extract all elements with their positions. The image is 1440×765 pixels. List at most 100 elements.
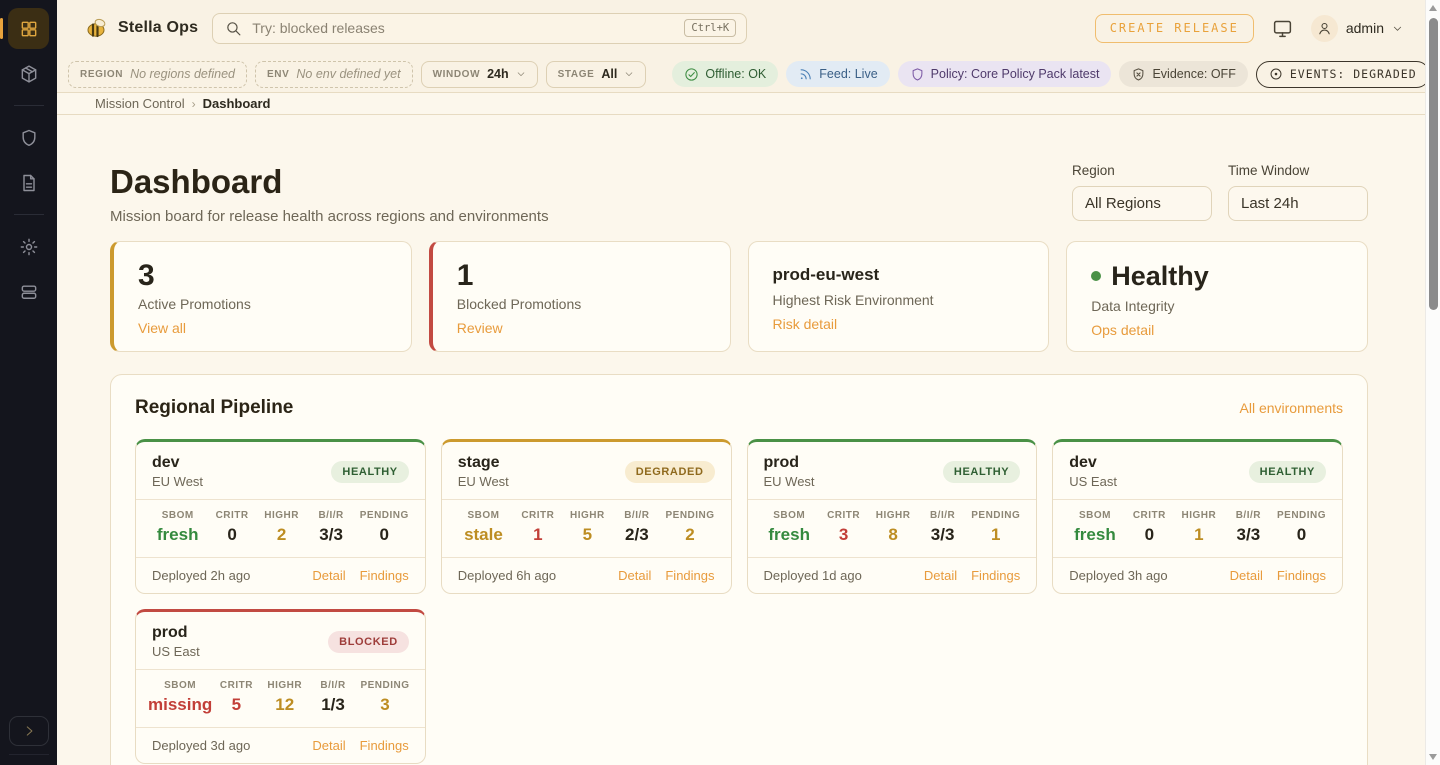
page-content: Dashboard Mission board for release heal…: [57, 115, 1425, 765]
search-icon: [225, 20, 242, 37]
stat-label: SBOM: [1065, 510, 1124, 521]
scroll-up-arrow-icon[interactable]: [1429, 5, 1437, 11]
pipeline-card-links: Detail Findings: [1230, 568, 1326, 583]
all-environments-link[interactable]: All environments: [1240, 400, 1344, 416]
sidebar-item-infrastructure[interactable]: [8, 271, 49, 312]
detail-link[interactable]: Detail: [1230, 568, 1263, 583]
region-select[interactable]: All Regions: [1072, 186, 1212, 221]
stat-label: SBOM: [148, 510, 207, 521]
stat-value: missing: [148, 695, 212, 715]
region-context-chip[interactable]: REGION No regions defined: [68, 61, 247, 88]
offline-status-label: Offline: OK: [705, 67, 766, 81]
stat-value: fresh: [760, 525, 819, 545]
pipeline-card-titles: prod EU West: [764, 454, 815, 489]
pipeline-stat: B/I/R2/3: [612, 510, 661, 545]
pipeline-card-footer: Deployed 3h ago Detail Findings: [1053, 558, 1342, 593]
detail-link[interactable]: Detail: [924, 568, 957, 583]
pipeline-card: prod US East BLOCKED SBOMmissingCRITR5HI…: [135, 609, 426, 764]
search-input[interactable]: [252, 20, 674, 36]
pipeline-card-titles: dev US East: [1069, 454, 1117, 489]
findings-link[interactable]: Findings: [665, 568, 714, 583]
pipeline-stats: SBOMfreshCRITR0HIGHR2B/I/R3/3PENDING0: [136, 499, 425, 558]
detail-link[interactable]: Detail: [312, 568, 345, 583]
stat-label: PENDING: [967, 510, 1024, 521]
display-mode-button[interactable]: [1272, 18, 1293, 39]
time-window-filter-group: Time Window Last 24h: [1228, 163, 1368, 221]
evidence-status-chip[interactable]: Evidence: OFF: [1119, 61, 1247, 87]
pipeline-card-titles: dev EU West: [152, 454, 203, 489]
time-window-filter-label: Time Window: [1228, 163, 1368, 178]
stat-value: 3: [819, 525, 868, 545]
stat-label: CRITR: [212, 680, 260, 691]
pipeline-env-name: stage: [458, 454, 509, 472]
window-chip-value: 24h: [487, 67, 509, 81]
stat-value: 8: [868, 525, 917, 545]
user-menu[interactable]: admin: [1311, 15, 1403, 42]
top-bar: Stella Ops Ctrl+K CREATE RELEASE admin: [57, 0, 1425, 56]
blocked-promotions-label: Blocked Promotions: [457, 296, 706, 312]
stat-label: CRITR: [207, 510, 256, 521]
pipeline-env-name: prod: [764, 454, 815, 472]
findings-link[interactable]: Findings: [971, 568, 1020, 583]
pipeline-region-name: US East: [1069, 474, 1117, 489]
status-badge: BLOCKED: [328, 631, 409, 653]
window-context-chip[interactable]: WINDOW 24h: [421, 61, 538, 88]
pipeline-card-links: Detail Findings: [618, 568, 714, 583]
pipeline-stat: PENDING0: [356, 510, 413, 545]
time-window-select[interactable]: Last 24h: [1228, 186, 1368, 221]
findings-link[interactable]: Findings: [1277, 568, 1326, 583]
pipeline-cards-grid: dev EU West HEALTHY SBOMfreshCRITR0HIGHR…: [135, 439, 1343, 764]
feed-status-label: Feed: Live: [819, 67, 877, 81]
findings-link[interactable]: Findings: [360, 738, 409, 753]
pipeline-stat: CRITR1: [513, 510, 562, 545]
stat-value: 0: [1125, 525, 1174, 545]
review-link[interactable]: Review: [457, 320, 503, 336]
pipeline-stat: B/I/R1/3: [309, 680, 357, 715]
env-context-chip[interactable]: ENV No env defined yet: [255, 61, 413, 88]
stat-value: 5: [212, 695, 260, 715]
scroll-down-arrow-icon[interactable]: [1429, 754, 1437, 760]
sidebar-item-releases[interactable]: [8, 53, 49, 94]
feed-status-chip[interactable]: Feed: Live: [786, 61, 889, 87]
pipeline-stat: SBOMfresh: [148, 510, 207, 545]
detail-link[interactable]: Detail: [312, 738, 345, 753]
shield-off-icon: [1131, 67, 1146, 82]
findings-link[interactable]: Findings: [360, 568, 409, 583]
breadcrumb-parent[interactable]: Mission Control: [95, 96, 185, 111]
create-release-button[interactable]: CREATE RELEASE: [1095, 14, 1254, 43]
active-indicator: [0, 18, 3, 39]
active-promotions-value: 3: [138, 260, 387, 292]
vertical-scrollbar[interactable]: [1425, 0, 1440, 765]
events-status-pill[interactable]: EVENTS: DEGRADED: [1256, 61, 1430, 88]
ops-detail-link[interactable]: Ops detail: [1091, 322, 1154, 338]
risk-detail-link[interactable]: Risk detail: [773, 316, 838, 332]
offline-status-chip[interactable]: Offline: OK: [672, 61, 778, 87]
global-search[interactable]: Ctrl+K: [212, 13, 747, 44]
scrollbar-thumb[interactable]: [1429, 18, 1438, 310]
view-all-link[interactable]: View all: [138, 320, 186, 336]
pipeline-stat: PENDING3: [357, 680, 413, 715]
sidebar-divider: [9, 754, 49, 755]
stat-value: 0: [207, 525, 256, 545]
sidebar-item-settings[interactable]: [8, 226, 49, 267]
detail-link[interactable]: Detail: [618, 568, 651, 583]
policy-status-chip[interactable]: Policy: Core Policy Pack latest: [898, 61, 1112, 87]
stat-label: CRITR: [819, 510, 868, 521]
shield-icon: [19, 128, 39, 148]
brand[interactable]: Stella Ops: [85, 17, 198, 39]
target-dot-icon: [1269, 67, 1283, 81]
stat-label: SBOM: [454, 510, 513, 521]
monitor-icon: [1272, 18, 1293, 39]
dashboard-grid-icon: [19, 19, 39, 39]
sidebar-item-documents[interactable]: [8, 162, 49, 203]
pipeline-card-footer: Deployed 6h ago Detail Findings: [442, 558, 731, 593]
stat-value: 1: [1174, 525, 1223, 545]
stage-context-chip[interactable]: STAGE All: [546, 61, 647, 88]
evidence-status-label: Evidence: OFF: [1152, 67, 1235, 81]
pipeline-env-name: dev: [1069, 454, 1117, 472]
sidebar-expand-button[interactable]: [9, 716, 49, 746]
sidebar-item-dashboard[interactable]: [8, 8, 49, 49]
stat-value: stale: [454, 525, 513, 545]
sidebar-item-security[interactable]: [8, 117, 49, 158]
stat-label: HIGHR: [257, 510, 306, 521]
